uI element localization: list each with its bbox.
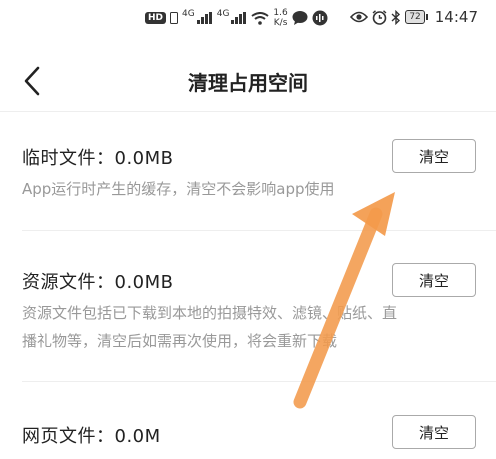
clear-resource-files-button[interactable]: 清空 [392,263,476,297]
hd-badge: HD [145,12,167,24]
network-speed-unit: K/s [273,18,288,28]
sim1-network-label: 4G [182,9,195,19]
signal-icon [196,12,212,24]
web-files-section: 网页文件：0.0M 清空 [0,382,496,459]
status-bar: HD 4G 4G 1.6 K/s 72 14:47 [0,0,496,40]
sim2-network-label: 4G [216,9,230,19]
chat-bubble-icon [292,11,308,25]
wifi-icon [251,11,270,25]
clear-temp-files-button[interactable]: 清空 [392,139,476,173]
signal-icon [231,12,247,24]
status-bar-right: 72 14:47 [350,8,478,26]
temp-files-title: 临时文件：0.0MB [22,148,174,169]
battery-icon: 72 [405,10,429,24]
page-title: 清理占用空间 [188,71,308,95]
header-bar: 清理占用空间 [0,50,496,112]
sound-wave-icon [312,10,328,26]
status-time: 14:47 [434,8,478,26]
status-bar-left: HD 4G 4G 1.6 K/s [145,8,328,28]
clear-web-files-button[interactable]: 清空 [392,415,476,449]
resource-files-title: 资源文件：0.0MB [22,272,174,293]
resource-files-description-line-2: 播礼物等，清空后如需再次使用，将会重新下载 [22,332,338,350]
resource-files-description-line-1: 资源文件包括已下载到本地的拍摄特效、滤镜、贴纸、直 [22,304,398,322]
resource-files-section: 资源文件：0.0MB 清空 资源文件包括已下载到本地的拍摄特效、滤镜、贴纸、直 … [0,231,496,381]
bluetooth-icon [391,9,401,25]
alarm-icon [372,9,387,25]
network-speed: 1.6 K/s [273,8,287,28]
temp-files-section: 临时文件：0.0MB 清空 App运行时产生的缓存，清空不会影响app使用 [0,112,496,230]
web-files-title: 网页文件：0.0M [22,426,161,447]
eye-icon [350,11,369,23]
network-speed-value: 1.6 [273,8,288,18]
temp-files-description: App运行时产生的缓存，清空不会影响app使用 [22,180,335,198]
sim-card-icon [170,12,179,24]
